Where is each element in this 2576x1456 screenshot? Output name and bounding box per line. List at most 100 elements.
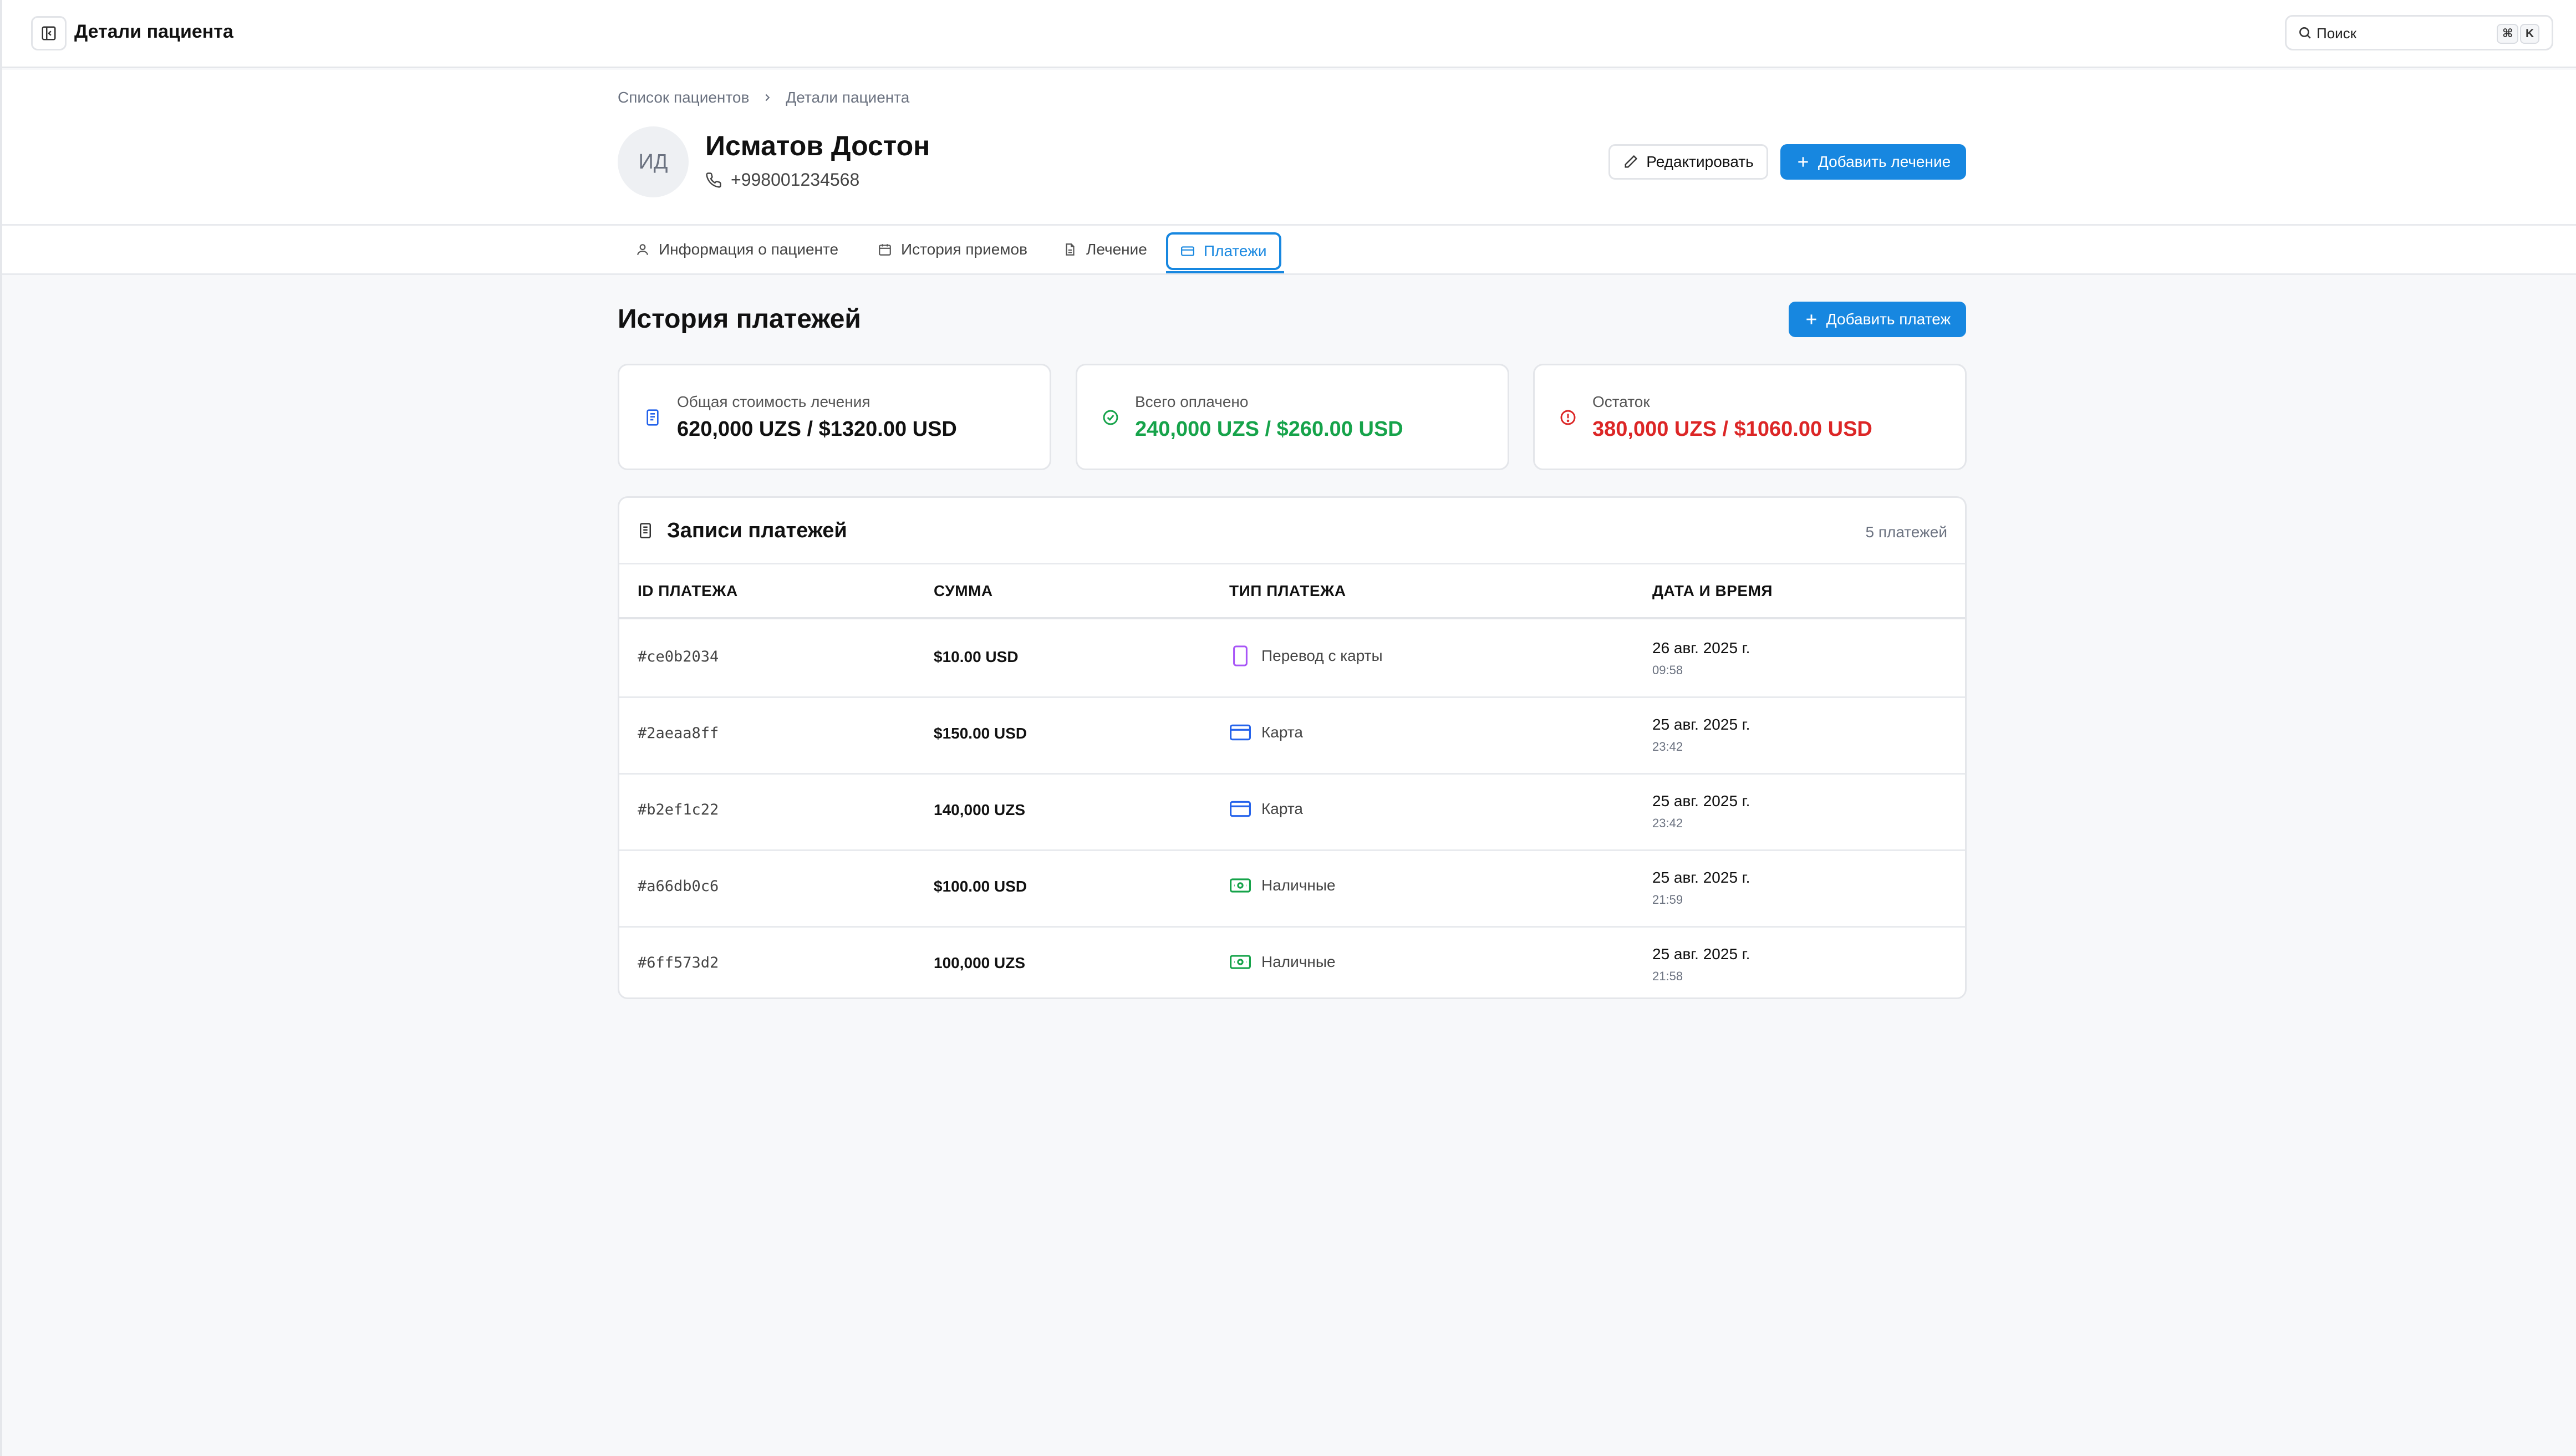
add-payment-button-label: Добавить платеж <box>1826 310 1951 328</box>
payment-id: #2aeaa8ff <box>638 725 719 742</box>
payment-id: #ce0b2034 <box>638 648 719 665</box>
credit-card-icon <box>1229 798 1251 820</box>
phone-icon <box>706 172 721 188</box>
table-row[interactable]: #a66db0c6 $100.00 USD Наличные 25 авг. 2… <box>619 851 1965 928</box>
summary-card-value: 620,000 UZS / $1320.00 USD <box>677 418 957 441</box>
edit-button-label: Редактировать <box>1646 153 1754 170</box>
patient-phone-number: +998001234568 <box>731 170 860 190</box>
calendar-icon <box>879 244 891 256</box>
tab-payments[interactable]: Платежи <box>1166 232 1281 270</box>
add-treatment-button[interactable]: Добавить лечение <box>1780 144 1966 180</box>
summary-card-label: Общая стоимость лечения <box>677 393 870 410</box>
summary-card-label: Всего оплачено <box>1135 393 1249 410</box>
payment-time: 23:42 <box>1652 816 1683 830</box>
payment-records-count: 5 платежей <box>1865 523 1947 541</box>
patient-header: Список пациентов Детали пациента ИД Исма… <box>2 70 2576 224</box>
payment-amount: 100,000 UZS <box>934 954 1025 971</box>
payment-time: 09:58 <box>1652 663 1683 677</box>
cash-icon <box>1229 874 1251 897</box>
tab-patient-info[interactable]: Информация о пациенте <box>627 231 847 268</box>
breadcrumb: Список пациентов Детали пациента <box>618 89 909 106</box>
payment-amount: 140,000 UZS <box>934 801 1025 818</box>
breadcrumb-parent-link[interactable]: Список пациентов <box>618 89 749 106</box>
column-header-amount: СУММА <box>934 582 993 599</box>
summary-card-label: Остаток <box>1592 393 1650 410</box>
table-row[interactable]: #2aeaa8ff $150.00 USD Карта 25 авг. 2025… <box>619 698 1965 775</box>
payment-date: 25 авг. 2025 г. <box>1652 945 1750 963</box>
tab-visit-history-label: История приемов <box>901 241 1028 258</box>
payment-id: #6ff573d2 <box>638 954 719 971</box>
sidebar-toggle-icon <box>42 26 56 40</box>
avatar: ИД <box>618 126 689 197</box>
credit-card-icon <box>1181 246 1194 256</box>
user-icon <box>637 244 648 255</box>
add-payment-button[interactable]: Добавить платеж <box>1789 302 1966 337</box>
alert-circle-icon <box>1560 410 1576 425</box>
check-circle-icon <box>1103 410 1118 425</box>
payment-type: Карта <box>1229 798 1303 820</box>
phone-icon <box>1229 645 1251 667</box>
payment-records-table: Записи платежей 5 платежей ID ПЛАТЕЖА СУ… <box>618 496 1967 999</box>
tab-patient-info-label: Информация о пациенте <box>659 241 839 258</box>
add-treatment-button-label: Добавить лечение <box>1818 153 1951 170</box>
payment-date: 26 авг. 2025 г. <box>1652 639 1750 656</box>
payment-date: 25 авг. 2025 г. <box>1652 716 1750 733</box>
tab-visit-history[interactable]: История приемов <box>869 231 1036 268</box>
payment-time: 23:42 <box>1652 740 1683 754</box>
payment-type-label: Карта <box>1261 800 1303 817</box>
patient-name: Исматов Достон <box>705 130 930 161</box>
summary-card-total-cost: Общая стоимость лечения 620,000 UZS / $1… <box>618 364 1051 470</box>
summary-card-remaining: Остаток 380,000 UZS / $1060.00 USD <box>1533 364 1967 470</box>
shortcut-k-key: K <box>2520 24 2540 44</box>
payment-id: #b2ef1c22 <box>638 801 719 818</box>
payment-time: 21:58 <box>1652 969 1683 983</box>
app-window: Детали пациента ⌘ K Список пациентов Дет… <box>0 0 2576 1456</box>
summary-card-total-paid: Всего оплачено 240,000 UZS / $260.00 USD <box>1076 364 1509 470</box>
table-row[interactable]: #ce0b2034 $10.00 USD Перевод с карты 26 … <box>619 622 1965 698</box>
table-row[interactable]: #b2ef1c22 140,000 UZS Карта 25 авг. 2025… <box>619 775 1965 851</box>
payment-date: 25 авг. 2025 г. <box>1652 869 1750 886</box>
breadcrumb-current: Детали пациента <box>786 89 910 106</box>
tab-payments-label: Платежи <box>1204 242 1267 259</box>
plus-icon <box>1798 157 1808 167</box>
tab-treatment-label: Лечение <box>1086 241 1147 258</box>
search-icon <box>2299 27 2311 39</box>
payment-time: 21:59 <box>1652 893 1683 907</box>
receipt-icon <box>646 409 659 426</box>
tab-bar: Информация о пациенте История приемов Ле… <box>2 224 2576 275</box>
table-row[interactable]: #6ff573d2 100,000 UZS Наличные 25 авг. 2… <box>619 928 1965 997</box>
payment-type: Наличные <box>1229 874 1336 897</box>
cash-icon <box>1229 951 1251 973</box>
search-box[interactable]: ⌘ K <box>2285 15 2553 50</box>
active-tab-indicator <box>1166 271 1284 273</box>
column-header-datetime: ДАТА И ВРЕМЯ <box>1652 582 1773 599</box>
payment-type-label: Наличные <box>1261 877 1336 894</box>
column-header-type: ТИП ПЛАТЕЖА <box>1229 582 1346 599</box>
payment-amount: $100.00 USD <box>934 878 1027 895</box>
summary-card-value: 240,000 UZS / $260.00 USD <box>1135 418 1403 441</box>
tab-treatment[interactable]: Лечение <box>1054 231 1156 268</box>
payment-type-label: Наличные <box>1261 953 1336 970</box>
payment-amount: $150.00 USD <box>934 725 1027 742</box>
sidebar-toggle-button[interactable] <box>31 16 67 50</box>
edit-button[interactable]: Редактировать <box>1608 144 1768 180</box>
payment-type-label: Карта <box>1261 724 1303 741</box>
payment-type-label: Перевод с карты <box>1261 647 1383 664</box>
summary-card-value: 380,000 UZS / $1060.00 USD <box>1592 418 1872 441</box>
payment-date: 25 авг. 2025 г. <box>1652 792 1750 810</box>
top-bar: Детали пациента ⌘ K <box>2 0 2576 68</box>
page-title: Детали пациента <box>74 21 233 42</box>
shortcut-cmd-key: ⌘ <box>2497 24 2519 44</box>
search-input[interactable] <box>2317 23 2483 43</box>
payment-id: #a66db0c6 <box>638 878 719 895</box>
receipt-icon <box>640 523 651 538</box>
payment-type: Карта <box>1229 721 1303 744</box>
payment-type: Наличные <box>1229 951 1336 973</box>
payment-records-header: Записи платежей 5 платежей <box>619 498 1965 564</box>
payment-type: Перевод с карты <box>1229 645 1383 667</box>
chevron-right-icon <box>761 91 773 104</box>
table-header-row: ID ПЛАТЕЖА СУММА ТИП ПЛАТЕЖА ДАТА И ВРЕМ… <box>619 564 1965 619</box>
column-header-id: ID ПЛАТЕЖА <box>638 582 738 599</box>
patient-phone: +998001234568 <box>705 170 859 190</box>
plus-icon <box>1806 314 1816 324</box>
